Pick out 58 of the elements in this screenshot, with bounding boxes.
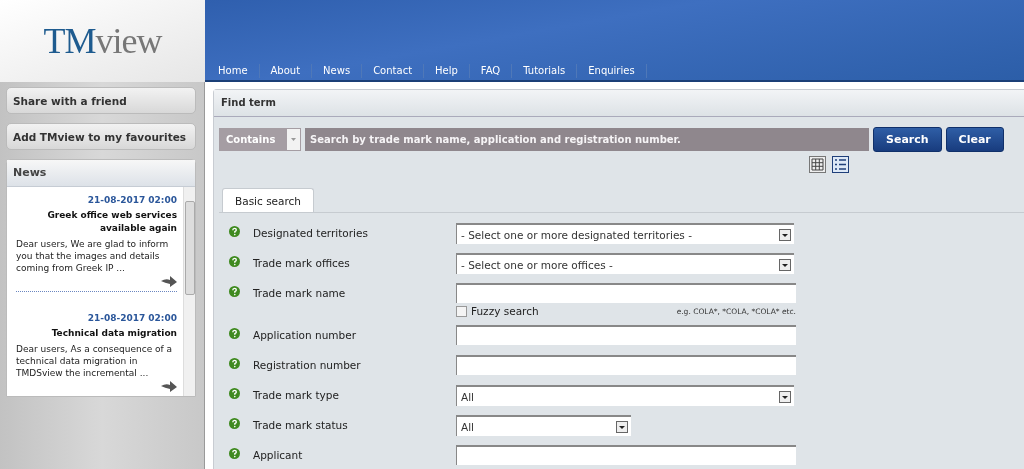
nav-link[interactable]: Enquiries bbox=[577, 63, 647, 78]
grid-view-icon[interactable] bbox=[809, 156, 826, 173]
field-label: Trade mark type bbox=[252, 389, 340, 401]
nav-link[interactable]: Home bbox=[207, 63, 260, 78]
search-tab[interactable]: Basic search bbox=[222, 188, 314, 212]
select-dropdown[interactable]: All bbox=[456, 385, 794, 406]
fuzzy-search-checkbox[interactable]: Fuzzy search bbox=[456, 305, 539, 317]
news-text: Dear users, As a consequence of a technical data migration in TMDSview the incremental ... bbox=[16, 343, 174, 379]
help-icon[interactable] bbox=[229, 418, 240, 429]
help-icon[interactable] bbox=[229, 256, 240, 267]
arrow-icon[interactable] bbox=[161, 381, 177, 392]
tmview-logo: TMview bbox=[43, 20, 162, 62]
arrow-icon[interactable] bbox=[161, 276, 177, 287]
caret-icon bbox=[779, 390, 791, 403]
sidebar-button[interactable]: Share with a friend bbox=[6, 87, 196, 114]
news-headline[interactable]: Greek office web services available again bbox=[16, 209, 177, 235]
caret-icon bbox=[779, 228, 791, 241]
nav-link[interactable]: FAQ bbox=[469, 63, 513, 78]
news-date: 21-08-2017 02:00 bbox=[87, 313, 177, 323]
scrollbar[interactable] bbox=[183, 187, 195, 396]
help-icon[interactable] bbox=[229, 448, 240, 459]
nav-link[interactable]: Help bbox=[424, 63, 470, 78]
nav-link[interactable]: About bbox=[259, 63, 313, 78]
input-field[interactable] bbox=[456, 283, 796, 303]
select-dropdown[interactable]: - Select one or more offices - bbox=[456, 253, 794, 274]
input-field[interactable] bbox=[456, 445, 796, 465]
input-field[interactable] bbox=[456, 325, 796, 345]
search-action-button[interactable]: Search bbox=[873, 126, 942, 152]
caret-icon bbox=[616, 420, 628, 433]
help-icon[interactable] bbox=[229, 358, 240, 369]
field-label: Trade mark name bbox=[252, 287, 347, 299]
field-label: Designated territories bbox=[252, 227, 369, 239]
field-label: Trade mark offices bbox=[252, 257, 351, 269]
news-date: 21-08-2017 02:00 bbox=[87, 195, 177, 205]
field-label: Application number bbox=[252, 329, 357, 341]
help-icon[interactable] bbox=[229, 328, 240, 339]
select-dropdown[interactable]: All bbox=[456, 415, 631, 436]
nav-link[interactable]: Tutorials bbox=[512, 63, 578, 78]
news-title: News bbox=[7, 160, 195, 187]
news-text: Dear users, We are glad to inform you that the images and details coming from Greek IP ... bbox=[16, 238, 170, 274]
search-field[interactable]: Search by trade mark name, application and registration number. bbox=[305, 127, 869, 151]
caret-icon bbox=[287, 128, 300, 150]
nav-link[interactable]: Contact bbox=[362, 63, 425, 78]
field-label: Registration number bbox=[252, 359, 362, 371]
caret-icon bbox=[779, 258, 791, 271]
help-icon[interactable] bbox=[229, 286, 240, 297]
list-view-icon[interactable] bbox=[832, 156, 849, 173]
panel-title: Find term bbox=[214, 90, 1024, 117]
field-label: Applicant bbox=[252, 449, 304, 461]
help-icon[interactable] bbox=[229, 226, 240, 237]
select-dropdown[interactable]: - Select one or more designated territories - bbox=[456, 223, 794, 244]
search-action-button[interactable]: Clear bbox=[945, 126, 1004, 152]
nav-link[interactable]: News bbox=[312, 63, 363, 78]
news-headline[interactable]: Technical data migration bbox=[51, 327, 177, 340]
field-label: Trade mark status bbox=[252, 419, 349, 431]
help-icon[interactable] bbox=[229, 388, 240, 399]
input-field[interactable] bbox=[456, 355, 796, 375]
sidebar-button[interactable]: Add TMview to my favourites bbox=[6, 123, 196, 150]
